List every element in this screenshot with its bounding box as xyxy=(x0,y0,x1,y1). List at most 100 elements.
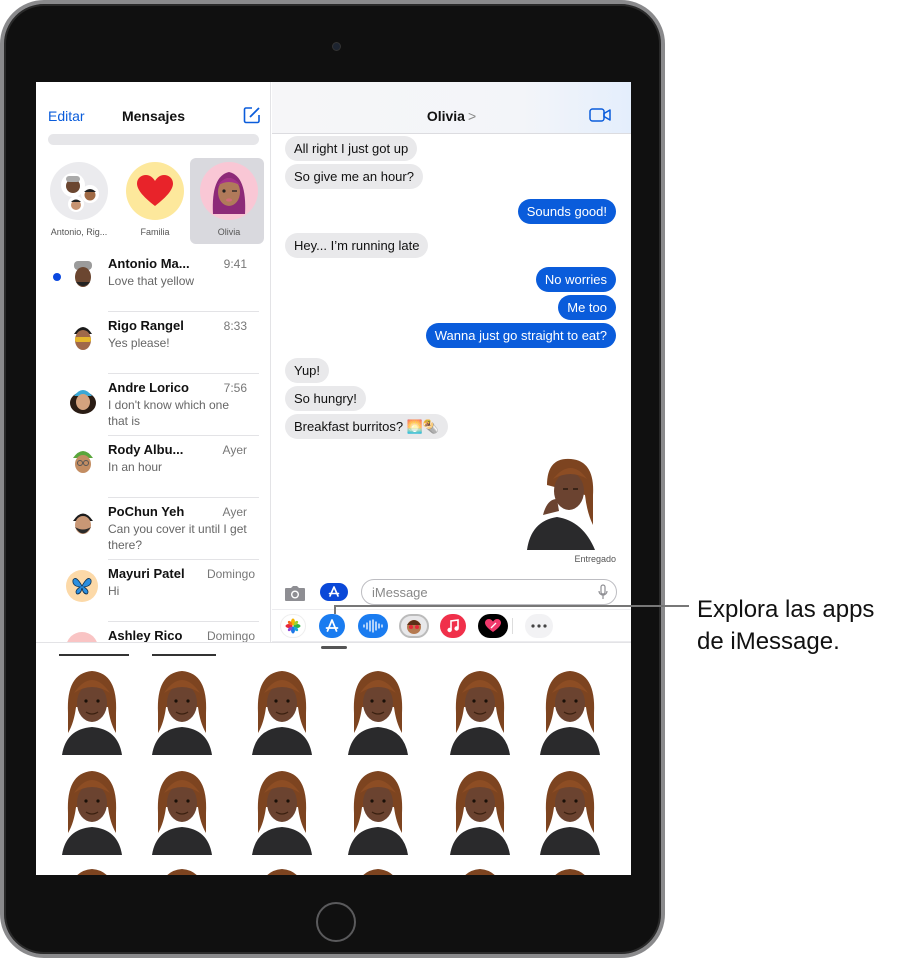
conversation-sidebar: Editar Mensajes Antonio, Rig... Familia … xyxy=(36,82,271,664)
memoji-sticker[interactable] xyxy=(54,667,130,755)
memoji-olivia-icon xyxy=(212,172,246,214)
memoji-sticker[interactable] xyxy=(54,865,130,875)
pinned-antonio-group[interactable]: Antonio, Rig... xyxy=(40,158,114,244)
ellipsis-icon xyxy=(531,624,547,628)
memoji-avatar-icon xyxy=(74,261,92,287)
memoji-sticker[interactable] xyxy=(532,667,608,755)
sidebar-header: Editar Mensajes xyxy=(36,106,271,128)
pinned-label: Antonio, Rig... xyxy=(50,227,108,237)
outgoing-message[interactable]: Sounds good! xyxy=(517,199,616,224)
memoji-sticker[interactable] xyxy=(244,865,320,875)
memoji-sticker[interactable] xyxy=(442,865,518,875)
message-time: Ayer xyxy=(222,505,247,519)
app-store-icon xyxy=(325,619,339,632)
digital-touch-app-button[interactable] xyxy=(478,614,508,638)
butterfly-icon xyxy=(72,578,92,595)
avatar-pochun xyxy=(68,508,98,538)
message-time: 8:33 xyxy=(223,319,247,333)
familia-avatar xyxy=(126,162,184,220)
chat-header: Olivia > xyxy=(272,82,631,134)
memoji-sticker[interactable] xyxy=(532,865,608,875)
app-store-app-button[interactable] xyxy=(319,614,345,638)
pinned-label: Familia xyxy=(140,227,170,237)
outgoing-message[interactable]: Me too xyxy=(558,295,616,320)
drawer-tab[interactable] xyxy=(59,654,129,656)
callout-annotation: Explora las apps de iMessage. xyxy=(697,594,874,658)
incoming-message[interactable]: Yup! xyxy=(285,358,330,383)
contact-title-button[interactable]: Olivia > xyxy=(272,108,631,124)
contact-name: Rody Albu... xyxy=(108,442,184,457)
home-button[interactable] xyxy=(316,902,356,942)
outgoing-message[interactable]: No worries xyxy=(535,267,616,292)
memoji-sticker-drawer xyxy=(36,642,631,875)
contact-name: Rigo Rangel xyxy=(108,318,184,333)
memoji-sticker[interactable] xyxy=(532,767,608,855)
music-app-button[interactable] xyxy=(440,614,466,638)
photos-app-button[interactable] xyxy=(280,614,306,638)
memoji-sticker[interactable] xyxy=(244,667,320,755)
sidebar-title: Mensajes xyxy=(121,108,186,124)
facetime-video-icon[interactable] xyxy=(589,108,611,122)
message-time: Domingo xyxy=(206,567,255,581)
memoji-sticker[interactable] xyxy=(442,767,518,855)
message-input-field[interactable] xyxy=(361,579,617,605)
music-note-icon xyxy=(447,619,459,633)
conversation-row[interactable]: Mayuri Patel Domingo Hi xyxy=(36,560,271,622)
imessage-input[interactable] xyxy=(372,584,582,600)
audio-message-app-button[interactable] xyxy=(358,614,388,638)
contact-name: Olivia xyxy=(426,108,465,124)
group-memoji-icon xyxy=(61,173,99,212)
compose-icon[interactable] xyxy=(243,106,261,124)
outgoing-message[interactable]: Wanna just go straight to eat? xyxy=(425,323,616,348)
memoji-avatar-icon xyxy=(73,513,93,534)
memoji-avatar-icon xyxy=(74,327,92,350)
memoji-sticker[interactable] xyxy=(144,865,220,875)
incoming-message[interactable]: All right I just got up xyxy=(285,136,418,161)
conversation-row[interactable]: Antonio Ma... 9:41 Love that yellow xyxy=(36,250,271,312)
message-preview: I don't know which one that is xyxy=(108,398,230,428)
incoming-message[interactable]: Breakfast burritos? 🌅🌯 xyxy=(285,414,449,439)
more-apps-button[interactable] xyxy=(525,614,553,638)
delivered-status: Entregado xyxy=(574,554,616,564)
contact-name: Antonio Ma... xyxy=(108,256,190,271)
memoji-avatar-icon xyxy=(73,451,93,473)
imessage-app-drawer-bar xyxy=(272,609,631,642)
app-store-toggle-button[interactable] xyxy=(320,583,348,601)
waveform-icon xyxy=(363,619,383,633)
conversation-row[interactable]: Andre Lorico 7:56 I don't know which one… xyxy=(36,374,271,436)
photos-flower-icon xyxy=(285,618,301,634)
microphone-icon[interactable] xyxy=(598,584,608,600)
message-time: 7:56 xyxy=(223,381,247,395)
search-field[interactable] xyxy=(48,134,259,145)
memoji-sticker[interactable] xyxy=(244,767,320,855)
callout-line-1: Explora las apps xyxy=(697,596,875,623)
pinned-olivia[interactable]: Olivia xyxy=(190,158,264,244)
memoji-sticker-icon[interactable] xyxy=(517,455,607,550)
memoji-sticker[interactable] xyxy=(340,767,416,855)
memoji-sticker[interactable] xyxy=(340,667,416,755)
memoji-sticker[interactable] xyxy=(144,767,220,855)
incoming-message[interactable]: So hungry! xyxy=(285,386,366,411)
message-preview: In an hour xyxy=(108,460,163,474)
conversation-row[interactable]: Rigo Rangel 8:33 Yes please! xyxy=(36,312,271,374)
message-time: Domingo xyxy=(206,629,255,643)
memoji-sticker[interactable] xyxy=(144,667,220,755)
conversation-row[interactable]: PoChun Yeh Ayer Can you cover it until I… xyxy=(36,498,271,560)
digital-touch-heart-icon xyxy=(485,619,501,632)
drawer-grabber[interactable] xyxy=(321,646,347,649)
memoji-sticker[interactable] xyxy=(54,767,130,855)
pinned-familia[interactable]: Familia xyxy=(116,158,190,244)
memoji-stickers-app-button[interactable] xyxy=(399,614,429,638)
drawer-tab[interactable] xyxy=(152,654,216,656)
unread-dot xyxy=(53,273,61,281)
memoji-sticker[interactable] xyxy=(442,667,518,755)
conversation-row[interactable]: Rody Albu... Ayer In an hour xyxy=(36,436,271,498)
pinned-label: Olivia xyxy=(217,227,241,237)
incoming-message[interactable]: So give me an hour? xyxy=(285,164,423,189)
avatar-antonio xyxy=(68,260,98,290)
incoming-message[interactable]: Hey... I’m running late xyxy=(285,233,429,258)
memoji-sticker[interactable] xyxy=(340,865,416,875)
contact-name: PoChun Yeh xyxy=(108,504,185,519)
camera-icon[interactable] xyxy=(284,585,306,601)
avatar-andre xyxy=(68,384,98,414)
